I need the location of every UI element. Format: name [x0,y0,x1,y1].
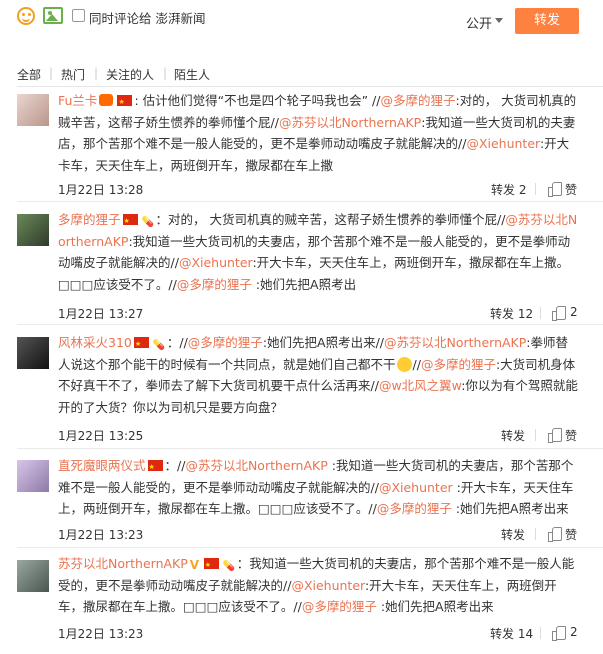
repost-action[interactable]: 转发 12 [490,305,533,322]
pill-badge-icon: 💊 [152,340,166,351]
pill-badge-icon: 💊 [222,561,236,572]
avatar[interactable] [17,337,49,369]
like-icon[interactable] [548,182,562,197]
mention-link[interactable]: @多摩的狸子 [380,93,455,108]
action-separator [535,429,536,441]
repost-action[interactable]: 转发 [501,526,525,543]
china-flag-icon [122,211,138,233]
image-icon[interactable] [43,7,63,24]
repost-composer: 同时评论给 澎湃新闻 公开 转发 [0,0,603,52]
mention-link[interactable]: @多摩的狸子 [377,501,452,516]
action-separator [540,627,541,639]
comment-text-segment: ：对的， 大货司机真的贼辛苦，这帮子娇生惯养的拳师懂个屁// [155,212,506,227]
comment-text-segment: :她们先把A照考出来// [262,335,384,350]
mention-link[interactable]: @Xiehunter [466,136,540,151]
repost-action[interactable]: 转发 2 [491,181,526,198]
comment-text-segment: // [412,356,421,372]
comment-text-segment: :她们先把A照考出来 [451,501,569,516]
mention-link[interactable]: @Xiehunter [379,480,453,495]
comment-item: Fu兰卡: 估计他们觉得“不也是四个轮子吗我也会” //@多摩的狸子:对的， 大… [0,87,603,202]
action-separator [535,528,536,540]
comment-time: 1月22日 13:25 [58,429,144,443]
like-action[interactable]: 2 [570,625,578,639]
mention-link[interactable]: @苏芬以北NorthernAKP [279,115,421,130]
tab-all[interactable]: 全部 [17,66,41,83]
action-separator [540,307,541,319]
avatar[interactable] [17,94,49,126]
mention-link[interactable]: @多摩的狸子 [421,357,496,372]
like-action[interactable]: 2 [570,305,578,319]
comment-item: 多摩的狸子💊：对的， 大货司机真的贼辛苦，这帮子娇生惯养的拳师懂个屁//@苏芬以… [0,202,603,325]
comment-time: 1月22日 13:28 [58,183,144,197]
mention-link[interactable]: @苏芬以北NorthernAKP [384,335,526,350]
china-flag-icon [133,334,149,356]
tab-strangers[interactable]: 陌生人 [174,66,210,83]
like-action[interactable]: 赞 [565,526,577,543]
comment-text-segment: :她们先把A照考出 [251,276,357,292]
chevron-down-icon[interactable] [495,18,503,23]
china-flag-icon [203,555,219,577]
like-action[interactable]: 赞 [565,427,577,444]
mention-link[interactable]: @多摩的狸子 [177,277,252,292]
mention-link[interactable]: @w北风之翼w [379,378,461,393]
mention-link[interactable]: @Xiehunter [179,255,253,270]
comment-item: 苏芬以北NorthernAKPV💊：我知道一些大货司机的夫妻店，那个苦那个难不是… [0,548,603,654]
emoji-icon[interactable] [17,7,35,25]
comment-text: 多摩的狸子💊：对的， 大货司机真的贼辛苦，这帮子娇生惯养的拳师懂个屁//@苏芬以… [58,209,580,295]
avatar[interactable] [17,214,49,246]
tab-separator: | [94,66,99,80]
comment-text-segment: : 估计他们觉得“不也是四个轮子吗我也会” // [134,93,381,108]
tab-hot[interactable]: 热门 [61,66,85,83]
comment-text: 苏芬以北NorthernAKPV💊：我知道一些大货司机的夫妻店，那个苦那个难不是… [58,553,580,618]
tab-separator: | [163,66,168,80]
comment-time: 1月22日 13:23 [58,627,144,641]
pill-badge-icon: 💊 [141,217,154,228]
comment-item: 直死魔眼两仪式：//@苏芬以北NorthernAKP :我知道一些大货司机的夫妻… [0,449,603,548]
tab-separator: | [49,66,54,80]
like-icon[interactable] [548,428,562,443]
mention-link[interactable]: @Xiehunter [291,578,365,593]
comment-time: 1月22日 13:27 [58,307,144,321]
mention-link[interactable]: @多摩的狸子 [188,335,263,350]
sync-comment-checkbox[interactable] [72,9,85,22]
comment-text: 直死魔眼两仪式：//@苏芬以北NorthernAKP :我知道一些大货司机的夫妻… [58,455,580,520]
username-link[interactable]: 苏芬以北NorthernAKP [58,556,188,571]
mention-link[interactable]: @苏芬以北NorthernAKP [185,458,327,473]
comment-text-segment: ：// [164,458,186,473]
repost-action[interactable]: 转发 14 [490,625,533,642]
comment-text-segment: :她们先把A照考出来 [376,599,494,614]
comment-time: 1月22日 13:23 [58,528,144,542]
like-icon[interactable] [552,306,566,321]
comment-text: 风林采火310💊：//@多摩的狸子:她们先把A照考出来//@苏芬以北Northe… [58,332,580,418]
verified-v-icon: V [189,558,200,572]
like-icon[interactable] [552,626,566,641]
like-action[interactable]: 赞 [565,181,577,198]
comment-text-segment: ：// [166,335,188,350]
china-flag-icon [117,92,133,114]
repost-action[interactable]: 转发 [501,427,525,444]
action-separator [535,183,536,195]
comment-text: Fu兰卡: 估计他们觉得“不也是四个轮子吗我也会” //@多摩的狸子:对的， 大… [58,90,580,176]
username-link[interactable]: 多摩的狸子 [58,212,121,227]
comment-item: 风林采火310💊：//@多摩的狸子:她们先把A照考出来//@苏芬以北Northe… [0,325,603,449]
username-link[interactable]: 直死魔眼两仪式 [58,458,146,473]
repost-button[interactable]: 转发 [515,8,579,34]
avatar[interactable] [17,460,49,492]
sync-comment-label: 同时评论给 澎湃新闻 [89,11,206,26]
thinking-emoji-icon [396,356,412,372]
china-flag-icon [147,457,163,479]
username-link[interactable]: 风林采火310 [58,335,132,350]
like-icon[interactable] [548,527,562,542]
username-link[interactable]: Fu兰卡 [58,93,97,108]
avatar[interactable] [17,560,49,592]
visibility-dropdown[interactable]: 公开 [466,13,492,32]
vip-badge-icon [99,94,114,106]
mention-link[interactable]: @多摩的狸子 [302,599,377,614]
tab-following[interactable]: 关注的人 [106,66,154,83]
